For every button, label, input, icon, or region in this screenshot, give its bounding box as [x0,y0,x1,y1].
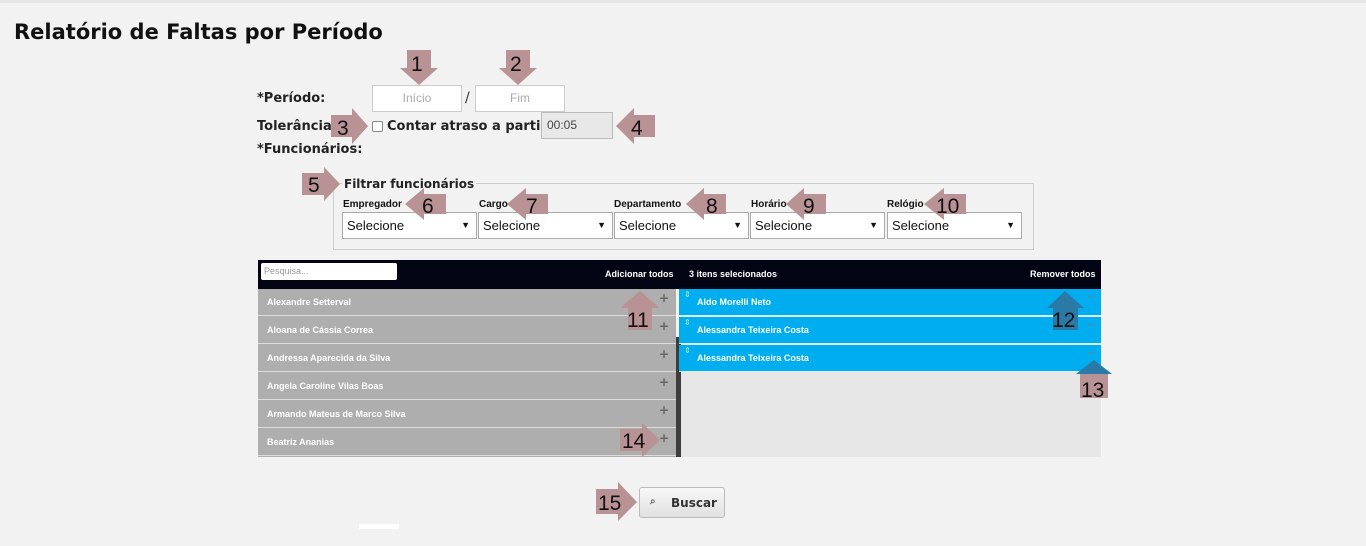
departamento-label: Departamento [614,199,682,210]
list-item[interactable]: Aloana de Cássia Correa + [258,317,676,344]
selected-item[interactable]: ⇕ Aldo Morelli Neto – [679,289,1101,316]
magnifier-icon: ⌕ [650,496,656,507]
selected-item[interactable]: ⇕ Alessandra Teixeira Costa – [679,345,1101,372]
plus-icon[interactable]: + [659,375,669,389]
chevron-down-icon: ▼ [733,220,742,230]
minus-icon[interactable]: – [1088,289,1094,303]
annotation-arrow-2 [499,50,537,85]
drag-handle-icon[interactable]: ⇕ [684,346,691,355]
list-item[interactable]: Andressa Aparecida da Silva + [258,345,676,372]
atraso-time-input[interactable]: 00:05 [541,112,613,139]
annotation-number: 2 [510,53,522,76]
list-item[interactable]: Angela Caroline Vilas Boas + [258,373,676,400]
departamento-select[interactable]: Selecione ▼ [614,212,749,239]
chevron-down-icon: ▼ [869,220,878,230]
funcionarios-label: *Funcionários: [257,142,363,157]
employee-name: Beatriz Ananias [267,437,335,447]
cargo-value: Selecione [483,218,541,233]
annotation-number: 15 [598,492,621,515]
annotation-number: 4 [631,117,643,140]
filter-legend: Filtrar funcionários [342,177,477,191]
plus-icon[interactable]: + [659,347,669,361]
employee-name: Alessandra Teixeira Costa [697,353,809,363]
annotation-arrow-15 [596,482,637,521]
chevron-down-icon: ▼ [597,220,606,230]
page-title: Relatório de Faltas por Período [14,20,383,44]
departamento-value: Selecione [619,218,677,233]
drag-handle-icon[interactable]: ⇕ [684,318,691,327]
relogio-label: Relógio [887,199,924,210]
list-item[interactable]: Armando Mateus de Marco Silva + [258,401,676,428]
relogio-value: Selecione [892,218,950,233]
plus-icon[interactable]: + [659,291,669,305]
selected-item[interactable]: ⇕ Alessandra Teixeira Costa – [679,317,1101,344]
fim-input[interactable]: Fim [475,85,565,112]
period-separator: / [465,90,470,106]
drag-handle-icon[interactable]: ⇕ [684,290,691,299]
tolerancia-label: Tolerância: [257,119,337,134]
remove-all-button[interactable]: Remover todos [1030,269,1096,279]
relogio-select[interactable]: Selecione ▼ [887,212,1022,239]
plus-icon[interactable]: + [659,319,669,333]
annotation-arrow-4 [616,108,655,144]
employee-name: Alexandre Setterval [267,297,352,307]
list-item[interactable]: Beatriz Ananias + [258,429,676,456]
annotation-number: 3 [337,117,349,140]
employee-name: Alessandra Teixeira Costa [697,325,809,335]
decorative-bar [359,524,399,529]
cargo-select[interactable]: Selecione ▼ [478,212,613,239]
plus-icon[interactable]: + [659,403,669,417]
annotation-number: 1 [411,53,423,76]
top-border [0,0,1366,3]
cargo-label: Cargo [479,199,508,210]
employee-name: Aldo Morelli Neto [697,297,771,307]
plus-icon[interactable]: + [659,431,669,445]
minus-icon[interactable]: – [1088,317,1094,331]
buscar-button[interactable]: ⌕ Buscar [639,487,725,518]
horario-value: Selecione [755,218,813,233]
buscar-label: Buscar [671,496,717,510]
annotation-arrow-1 [400,50,438,85]
employee-name: Aloana de Cássia Correa [267,325,374,335]
employee-name: Armando Mateus de Marco Silva [267,409,406,419]
chevron-down-icon: ▼ [461,220,470,230]
selected-count: 3 itens selecionados [689,269,778,279]
annotation-number: 5 [308,174,320,197]
chevron-down-icon: ▼ [1006,220,1015,230]
horario-select[interactable]: Selecione ▼ [750,212,885,239]
horario-label: Horário [751,199,787,210]
add-all-button[interactable]: Adicionar todos [605,269,674,279]
employee-name: Andressa Aparecida da Silva [267,353,391,363]
multiselect-search-input[interactable]: Pesquisa... [261,263,397,280]
empregador-value: Selecione [347,218,405,233]
minus-icon[interactable]: – [1088,345,1094,359]
periodo-label: *Período: [257,91,326,106]
inicio-input[interactable]: Início [372,85,462,112]
list-item[interactable]: Alexandre Setterval + [258,289,676,316]
employee-name: Angela Caroline Vilas Boas [267,381,384,391]
empregador-select[interactable]: Selecione ▼ [342,212,477,239]
atraso-checkbox[interactable] [372,121,383,132]
empregador-label: Empregador [343,199,402,210]
